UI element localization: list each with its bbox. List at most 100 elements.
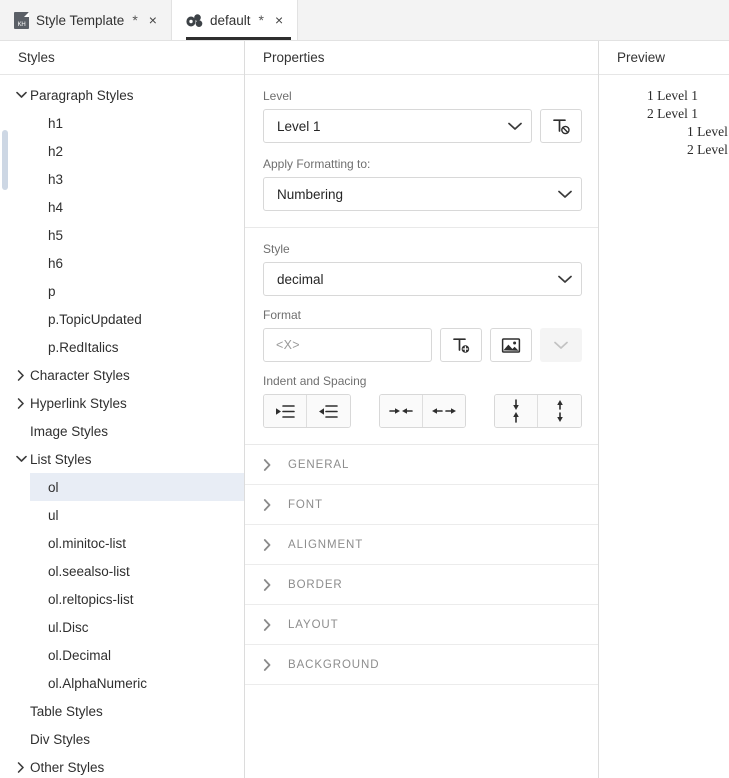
sidebar-item-label: Other Styles bbox=[30, 759, 105, 775]
sidebar-item-label: Div Styles bbox=[30, 731, 91, 747]
sidebar-item-p-reditalics[interactable]: p.RedItalics bbox=[0, 333, 244, 361]
format-label: Format bbox=[263, 308, 302, 322]
sidebar-item-label: ol bbox=[48, 479, 59, 495]
sidebar-item-label: h2 bbox=[48, 143, 64, 159]
sidebar-item-ul[interactable]: ul bbox=[0, 501, 244, 529]
sidebar-item-ol-seealso-list[interactable]: ol.seealso-list bbox=[0, 557, 244, 585]
increase-vertical-spacing-button[interactable] bbox=[538, 395, 582, 427]
apply-formatting-value: Numbering bbox=[277, 186, 344, 202]
insert-text-button[interactable] bbox=[440, 328, 482, 362]
section-label: BORDER bbox=[288, 578, 343, 591]
sidebar-item-label: h5 bbox=[48, 227, 64, 243]
decrease-horizontal-spacing-button[interactable] bbox=[379, 395, 423, 427]
increase-indent-button[interactable] bbox=[306, 395, 350, 427]
sidebar-item-label: p.RedItalics bbox=[48, 339, 119, 355]
section-label: GENERAL bbox=[288, 458, 350, 471]
properties-panel-header: Properties bbox=[245, 41, 598, 75]
level-select-value: Level 1 bbox=[277, 118, 321, 134]
section-alignment[interactable]: ALIGNMENT bbox=[245, 525, 598, 565]
sidebar-item-label: h6 bbox=[48, 255, 64, 271]
chevron-down-icon bbox=[558, 187, 572, 202]
sidebar-item-h1[interactable]: h1 bbox=[0, 109, 244, 137]
chevron-right-icon[interactable] bbox=[12, 761, 30, 773]
sidebar-item-label: h1 bbox=[48, 115, 64, 131]
sidebar-item-ol-minitoc-list[interactable]: ol.minitoc-list bbox=[0, 529, 244, 557]
format-input[interactable]: <X> bbox=[263, 328, 432, 362]
sidebar-item-h4[interactable]: h4 bbox=[0, 193, 244, 221]
sidebar-item-label: ol.seealso-list bbox=[48, 563, 130, 579]
indent-button-group bbox=[263, 394, 351, 428]
decrease-vertical-spacing-button[interactable] bbox=[495, 395, 539, 427]
sidebar-item-div-styles[interactable]: Div Styles bbox=[0, 725, 244, 753]
workspace: Styles Paragraph Styles h1 h2 h3 h4 h5 h6 p p.To… bbox=[0, 41, 729, 778]
sidebar-item-table-styles[interactable]: Table Styles bbox=[0, 697, 244, 725]
section-label: LAYOUT bbox=[288, 618, 339, 631]
sidebar-item-label: ul bbox=[48, 507, 59, 523]
sidebar-item-p[interactable]: p bbox=[0, 277, 244, 305]
sidebar-item-label: h3 bbox=[48, 171, 64, 187]
sidebar-item-character-styles[interactable]: Character Styles bbox=[0, 361, 244, 389]
close-icon[interactable]: × bbox=[146, 11, 160, 29]
close-icon[interactable]: × bbox=[272, 11, 286, 29]
chevron-right-icon[interactable] bbox=[12, 369, 30, 381]
sidebar-item-label: ol.Decimal bbox=[48, 647, 112, 663]
sidebar-item-ul-disc[interactable]: ul.Disc bbox=[0, 613, 244, 641]
chevron-down-icon bbox=[558, 272, 572, 287]
document-kh-icon: KH bbox=[14, 11, 29, 29]
sidebar-item-label: Table Styles bbox=[30, 703, 103, 719]
sidebar-item-h2[interactable]: h2 bbox=[0, 137, 244, 165]
sidebar-item-ol-reltopics-list[interactable]: ol.reltopics-list bbox=[0, 585, 244, 613]
sidebar-item-paragraph-styles[interactable]: Paragraph Styles bbox=[0, 81, 244, 109]
sidebar-item-label: ol.minitoc-list bbox=[48, 535, 127, 551]
level-select[interactable]: Level 1 bbox=[263, 109, 532, 143]
tab-label: Style Template bbox=[36, 12, 125, 28]
sidebar-item-label: Paragraph Styles bbox=[30, 87, 134, 103]
format-more-button[interactable] bbox=[540, 328, 582, 362]
preview-line: 2 Level 2 bbox=[687, 142, 729, 157]
sidebar-scrollbar-thumb[interactable] bbox=[2, 130, 8, 190]
chevron-right-icon[interactable] bbox=[12, 397, 30, 409]
preview-line: 2 Level 1 bbox=[647, 106, 698, 121]
styles-panel: Styles Paragraph Styles h1 h2 h3 h4 h5 h6 p p.To… bbox=[0, 41, 245, 778]
sidebar-item-ol[interactable]: ol bbox=[30, 473, 244, 501]
section-label: ALIGNMENT bbox=[288, 538, 364, 551]
preview-line: 1 Level 2 bbox=[687, 124, 729, 139]
sidebar-item-other-styles[interactable]: Other Styles bbox=[0, 753, 244, 778]
tab-style-template[interactable]: KH Style Template * × bbox=[0, 0, 172, 40]
sidebar-item-ol-decimal[interactable]: ol.Decimal bbox=[0, 641, 244, 669]
section-border[interactable]: BORDER bbox=[245, 565, 598, 605]
preview-panel-header: Preview bbox=[599, 41, 729, 75]
section-font[interactable]: FONT bbox=[245, 485, 598, 525]
sidebar-item-h3[interactable]: h3 bbox=[0, 165, 244, 193]
preview-content: 1 Level 1 2 Level 1 1 Level 2 2 Level 2 bbox=[599, 75, 729, 159]
sidebar-item-list-styles[interactable]: List Styles bbox=[0, 445, 244, 473]
chevron-right-icon bbox=[263, 658, 272, 671]
preview-line: 1 Level 1 bbox=[647, 88, 698, 103]
section-general[interactable]: GENERAL bbox=[245, 445, 598, 485]
chevron-right-icon bbox=[263, 538, 272, 551]
chevron-down-icon[interactable] bbox=[12, 455, 30, 463]
properties-body: Level Level 1 Apply Formatting to: Numbe… bbox=[245, 75, 598, 778]
style-select[interactable]: decimal bbox=[263, 262, 582, 296]
chevron-right-icon bbox=[263, 578, 272, 591]
section-layout[interactable]: LAYOUT bbox=[245, 605, 598, 645]
increase-horizontal-spacing-button[interactable] bbox=[422, 395, 466, 427]
sidebar-item-label: Hyperlink Styles bbox=[30, 395, 127, 411]
insert-image-button[interactable] bbox=[490, 328, 532, 362]
apply-formatting-select[interactable]: Numbering bbox=[263, 177, 582, 211]
sidebar-item-label: ul.Disc bbox=[48, 619, 89, 635]
remove-formatting-button[interactable] bbox=[540, 109, 582, 143]
sidebar-item-hyperlink-styles[interactable]: Hyperlink Styles bbox=[0, 389, 244, 417]
styles-tree[interactable]: Paragraph Styles h1 h2 h3 h4 h5 h6 p p.TopicUpda… bbox=[0, 75, 244, 778]
section-background[interactable]: BACKGROUND bbox=[245, 645, 598, 685]
sidebar-item-image-styles[interactable]: Image Styles bbox=[0, 417, 244, 445]
chevron-right-icon bbox=[263, 498, 272, 511]
tab-default[interactable]: default * × bbox=[171, 0, 299, 40]
sidebar-item-p-topicupdated[interactable]: p.TopicUpdated bbox=[0, 305, 244, 333]
sidebar-item-label: p bbox=[48, 283, 56, 299]
sidebar-item-h6[interactable]: h6 bbox=[0, 249, 244, 277]
chevron-down-icon[interactable] bbox=[12, 91, 30, 99]
decrease-indent-button[interactable] bbox=[264, 395, 307, 427]
sidebar-item-h5[interactable]: h5 bbox=[0, 221, 244, 249]
sidebar-item-ol-alphanumeric[interactable]: ol.AlphaNumeric bbox=[0, 669, 244, 697]
